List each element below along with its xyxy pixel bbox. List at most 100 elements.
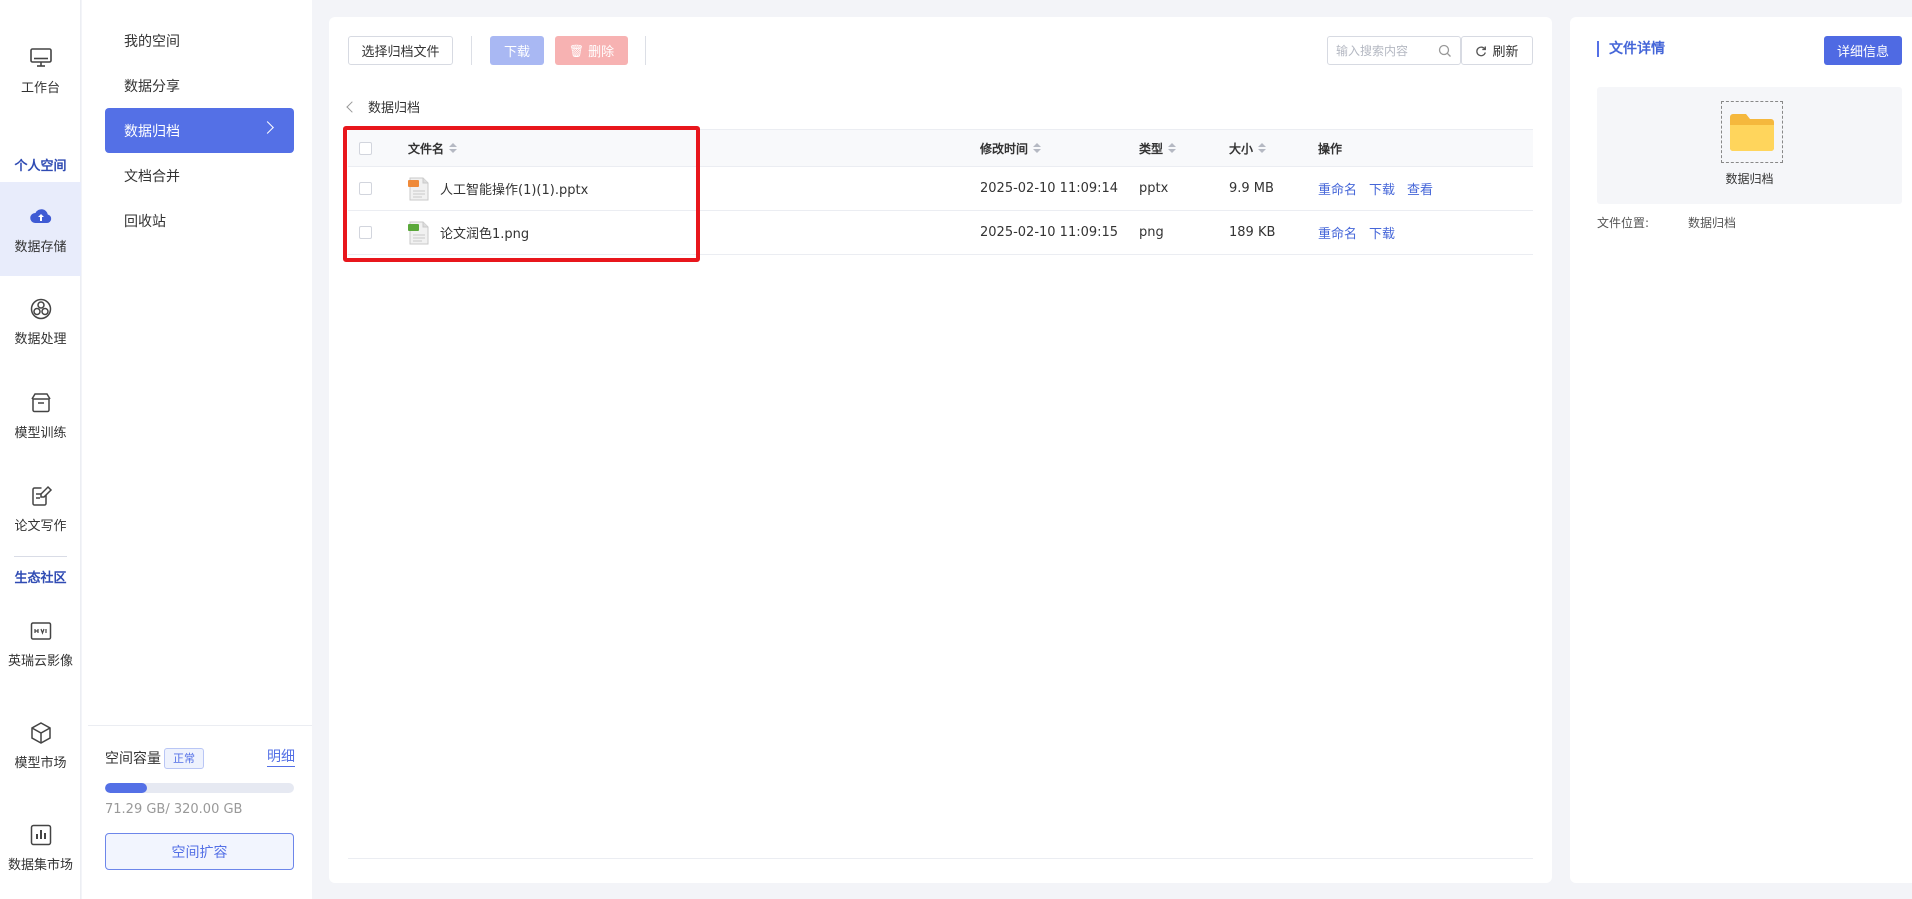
rail-item-data-processing[interactable]: 数据处理 — [0, 276, 81, 366]
menu-divider — [88, 725, 312, 726]
sort-icon — [1033, 143, 1042, 153]
section-eco-community: 生态社区 — [14, 571, 67, 586]
search-box — [1327, 36, 1461, 65]
file-modified: 2025-02-10 11:09:14 — [980, 181, 1119, 196]
file-name[interactable]: 论文润色1.png — [440, 223, 529, 242]
chevron-right-icon — [261, 121, 274, 134]
column-type[interactable]: 类型 — [1139, 130, 1177, 166]
file-size: 9.9 MB — [1229, 181, 1274, 196]
refresh-icon — [1476, 45, 1487, 56]
image-frame-icon — [30, 621, 51, 640]
menu-item-label: 我的空间 — [124, 33, 180, 50]
rail-item-model-training[interactable]: 模型训练 — [0, 370, 81, 460]
column-name[interactable]: 文件名 — [408, 130, 458, 166]
capacity-progress-bar — [105, 783, 294, 793]
delete-label: 删除 — [588, 45, 615, 60]
rail-label: 模型市场 — [14, 755, 67, 771]
file-type: png — [1139, 225, 1164, 240]
capacity-detail-link[interactable]: 明细 — [267, 748, 295, 767]
table-header: 文件名 修改时间 类型 大小 操作 — [348, 129, 1533, 167]
menu-item-data-share[interactable]: 数据分享 — [105, 63, 294, 108]
rail-label: 英瑞云影像 — [7, 653, 73, 669]
edit-document-icon — [31, 485, 52, 506]
rail-item-paper-writing[interactable]: 论文写作 — [0, 463, 81, 553]
row-checkbox[interactable] — [359, 226, 372, 239]
sort-icon — [1258, 143, 1267, 153]
menu-item-label: 回收站 — [124, 213, 166, 230]
rail-item-cloud-image[interactable]: 英瑞云影像 — [0, 598, 81, 688]
capacity-progress-fill — [105, 783, 148, 793]
location-value: 数据归档 — [1688, 216, 1737, 230]
menu-item-data-archive[interactable]: 数据归档 — [105, 108, 294, 153]
file-type: pptx — [1139, 181, 1169, 196]
rail-label: 数据存储 — [14, 239, 67, 255]
capacity-usage-text: 71.29 GB/ 320.00 GB — [105, 802, 243, 817]
download-link[interactable]: 下载 — [1369, 223, 1395, 242]
location-label: 文件位置: — [1597, 216, 1650, 230]
table-row[interactable]: 论文润色1.png 2025-02-10 11:09:15 png 189 KB… — [348, 211, 1533, 255]
rail-divider — [14, 556, 67, 557]
menu-item-my-space[interactable]: 我的空间 — [105, 18, 294, 63]
detail-info-button[interactable]: 详细信息 — [1824, 36, 1902, 65]
menu-item-doc-merge[interactable]: 文档合并 — [105, 153, 294, 198]
column-size[interactable]: 大小 — [1229, 130, 1267, 166]
rail-label: 论文写作 — [14, 518, 67, 534]
column-label: 文件名 — [408, 141, 445, 156]
refresh-label: 刷新 — [1492, 45, 1519, 60]
toolbar-divider — [645, 36, 646, 65]
column-label: 操作 — [1318, 141, 1343, 156]
file-detail-panel: 文件详情 详细信息 数据归档 文件位置: 数据归档 — [1570, 17, 1912, 883]
expand-space-button[interactable]: 空间扩容 — [105, 833, 294, 870]
search-icon[interactable] — [1438, 44, 1452, 58]
menu-item-label: 数据分享 — [124, 78, 180, 95]
storage-menu: 我的空间 数据分享 数据归档 文档合并 回收站 空间容量 正常 明细 71.29… — [82, 0, 312, 899]
column-actions: 操作 — [1318, 130, 1342, 166]
menu-item-recycle-bin[interactable]: 回收站 — [105, 198, 294, 243]
folder-preview-frame[interactable] — [1721, 101, 1783, 163]
column-label: 类型 — [1139, 141, 1164, 156]
section-personal-space: 个人空间 — [14, 159, 67, 174]
rail-label: 模型训练 — [14, 425, 67, 441]
detail-title: 文件详情 — [1597, 41, 1665, 57]
cube-icon — [30, 721, 51, 744]
file-modified: 2025-02-10 11:09:15 — [980, 225, 1119, 240]
file-list-panel: 选择归档文件 下载 🗑 删除 刷新 数据归档 文件名 修改 — [329, 17, 1552, 883]
rename-link[interactable]: 重命名 — [1318, 179, 1357, 198]
file-name[interactable]: 人工智能操作(1)(1).pptx — [440, 179, 588, 198]
folder-icon — [1730, 114, 1774, 151]
breadcrumb: 数据归档 — [346, 97, 421, 116]
table-row[interactable]: 人工智能操作(1)(1).pptx 2025-02-10 11:09:14 pp… — [348, 167, 1533, 211]
refresh-button[interactable]: 刷新 — [1461, 36, 1533, 65]
rail-label: 数据处理 — [14, 331, 67, 347]
rail-item-data-storage[interactable]: 数据存储 — [0, 182, 81, 276]
rail-item-workbench[interactable]: 工作台 — [0, 25, 81, 115]
rename-link[interactable]: 重命名 — [1318, 223, 1357, 242]
breadcrumb-current: 数据归档 — [368, 101, 421, 116]
file-size: 189 KB — [1229, 225, 1276, 240]
delete-button[interactable]: 🗑 删除 — [555, 36, 628, 65]
table-bottom-divider — [348, 858, 1533, 859]
select-all-checkbox[interactable] — [359, 141, 372, 155]
capacity-title: 空间容量 — [105, 751, 161, 767]
pptx-file-icon — [408, 177, 429, 200]
folder-name: 数据归档 — [1725, 172, 1774, 186]
menu-item-label: 文档合并 — [124, 168, 180, 185]
column-label: 大小 — [1229, 141, 1254, 156]
view-link[interactable]: 查看 — [1407, 179, 1433, 198]
icon-rail: 工作台 个人空间 数据存储 数据处理 模型训练 论文写作 生态社区 英瑞云影像 … — [0, 0, 81, 899]
sort-icon — [449, 143, 458, 153]
image-file-icon — [408, 221, 429, 244]
rail-item-model-market[interactable]: 模型市场 — [0, 700, 81, 790]
rail-item-dataset-market[interactable]: 数据集市场 — [0, 802, 81, 892]
select-archive-file-button[interactable]: 选择归档文件 — [348, 36, 453, 65]
back-arrow-icon[interactable] — [346, 100, 358, 113]
row-checkbox[interactable] — [359, 182, 372, 195]
column-modified[interactable]: 修改时间 — [980, 130, 1042, 166]
bar-chart-icon — [30, 824, 51, 845]
rail-label: 数据集市场 — [7, 857, 73, 873]
search-input[interactable] — [1336, 43, 1436, 58]
download-link[interactable]: 下载 — [1369, 179, 1395, 198]
sort-icon — [1168, 143, 1177, 153]
monitor-icon — [29, 47, 52, 67]
download-button[interactable]: 下载 — [490, 36, 544, 65]
